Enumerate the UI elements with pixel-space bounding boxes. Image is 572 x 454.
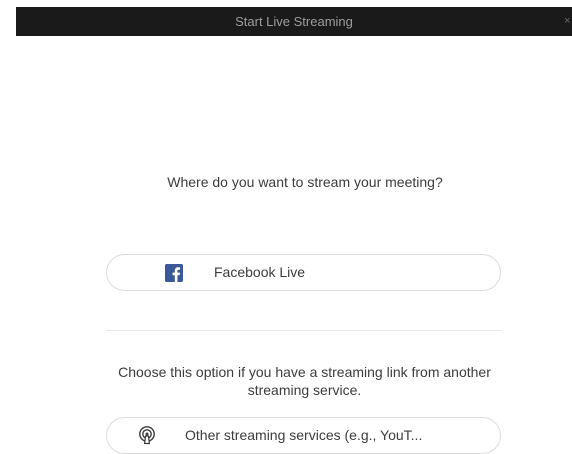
- facebook-icon: [165, 264, 183, 282]
- window-titlebar: Start Live Streaming ×: [16, 7, 572, 36]
- window-title: Start Live Streaming: [235, 14, 353, 29]
- close-icon[interactable]: ×: [564, 7, 572, 36]
- section-divider: [106, 330, 501, 331]
- other-streaming-services-label: Other streaming services (e.g., YouT...: [185, 427, 423, 443]
- facebook-live-label: Facebook Live: [214, 264, 306, 280]
- facebook-live-button[interactable]: Facebook Live: [106, 254, 501, 291]
- live-stream-icon: [137, 425, 157, 445]
- stream-destination-question: Where do you want to stream your meeting…: [167, 174, 443, 190]
- other-services-hint: Choose this option if you have a streami…: [118, 364, 491, 398]
- other-streaming-services-button[interactable]: Other streaming services (e.g., YouT...: [106, 417, 501, 454]
